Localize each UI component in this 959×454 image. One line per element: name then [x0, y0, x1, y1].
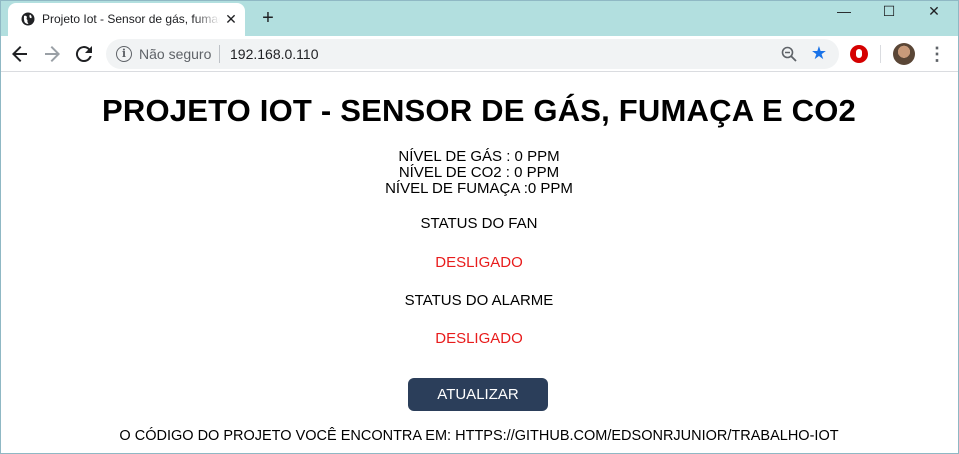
fan-status-label: STATUS DO FAN: [420, 215, 538, 232]
globe-icon: [21, 12, 35, 26]
address-separator: [219, 45, 220, 63]
security-label[interactable]: Não seguro: [139, 46, 211, 62]
fan-status-value: DESLIGADO: [435, 254, 523, 271]
zoom-icon[interactable]: [780, 45, 798, 63]
address-bar[interactable]: i Não seguro 192.168.0.110 ★: [106, 39, 839, 69]
info-icon[interactable]: i: [116, 46, 132, 62]
tab-close-icon[interactable]: ✕: [223, 11, 239, 27]
tab-title: Projeto Iot - Sensor de gás, fumaça e CO…: [42, 12, 220, 26]
forward-arrow-icon[interactable]: [40, 42, 64, 66]
minimize-button[interactable]: —: [822, 0, 866, 24]
back-arrow-icon[interactable]: [8, 42, 32, 66]
maximize-button[interactable]: ☐: [867, 0, 911, 24]
gas-level-reading: NÍVEL DE GÁS : 0 PPM: [398, 148, 560, 165]
browser-tab[interactable]: Projeto Iot - Sensor de gás, fumaça e CO…: [8, 3, 245, 36]
page-content: PROJETO IOT - SENSOR DE GÁS, FUMAÇA E CO…: [1, 73, 957, 453]
alarm-status-label: STATUS DO ALARME: [404, 292, 554, 309]
url-text[interactable]: 192.168.0.110: [230, 46, 319, 62]
project-source-link-text: O CÓDIGO DO PROJETO VOCÊ ENCONTRA EM: HT…: [119, 428, 839, 444]
co2-level-reading: NÍVEL DE CO2 : 0 PPM: [398, 164, 560, 181]
adblock-icon[interactable]: [850, 45, 868, 63]
browser-toolbar: i Não seguro 192.168.0.110 ★ ⋮: [0, 36, 959, 72]
menu-icon[interactable]: ⋮: [928, 44, 946, 64]
new-tab-button[interactable]: +: [258, 8, 278, 28]
avatar[interactable]: [893, 43, 915, 65]
smoke-level-reading: NÍVEL DE FUMAÇA :0 PPM: [385, 180, 573, 197]
alarm-status-value: DESLIGADO: [435, 330, 523, 347]
close-window-button[interactable]: ✕: [912, 0, 956, 24]
page-title: PROJETO IOT - SENSOR DE GÁS, FUMAÇA E CO…: [101, 93, 857, 128]
star-icon[interactable]: ★: [809, 43, 829, 63]
reload-icon[interactable]: [72, 42, 96, 66]
browser-titlebar: Projeto Iot - Sensor de gás, fumaça e CO…: [0, 0, 959, 36]
toolbar-separator: [880, 45, 881, 63]
update-button[interactable]: ATUALIZAR: [408, 378, 548, 411]
